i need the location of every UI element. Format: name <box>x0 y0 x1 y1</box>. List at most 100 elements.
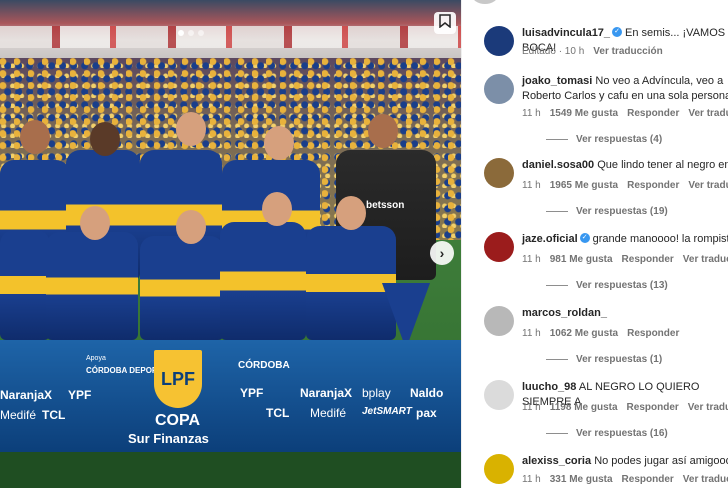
comment-text: grande manoooo! la rompiste <box>592 233 728 245</box>
comment-meta: 11 h 1965 Me gusta Responder Ver traducc… <box>522 180 728 191</box>
see-translation-link[interactable]: Ver traducción <box>683 254 728 265</box>
comment-meta: Editado · 10 h Ver traducción <box>522 46 663 57</box>
comment-time: 11 h <box>522 108 541 119</box>
comment-text: No podes jugar así amigooo <box>594 455 728 467</box>
reply-link[interactable]: Responder <box>627 180 679 191</box>
reply-link[interactable]: Responder <box>627 402 679 413</box>
ad-tcl: TCL <box>42 408 66 422</box>
carousel-dot <box>178 30 184 36</box>
chevron-right-icon: › <box>439 245 445 261</box>
lpf-logo: LPF <box>154 350 202 408</box>
carousel-dots <box>178 30 204 36</box>
player-head <box>264 126 294 160</box>
comment-body: marcos_roldan_ <box>522 306 728 321</box>
avatar[interactable] <box>484 26 514 56</box>
avatar[interactable] <box>484 306 514 336</box>
reply-link[interactable]: Responder <box>622 254 674 265</box>
see-translation-link[interactable]: Ver traducción <box>683 474 728 485</box>
ad-jetsmart: JetSMART <box>362 406 412 417</box>
likes-count[interactable]: 1062 Me gusta <box>550 328 618 339</box>
view-replies-label: Ver respuestas (19) <box>576 206 668 217</box>
avatar[interactable] <box>484 74 514 104</box>
likes-count[interactable]: 1549 Me gusta <box>550 108 618 119</box>
view-replies-button[interactable]: Ver respuestas (13) <box>546 280 668 291</box>
likes-count[interactable]: 1965 Me gusta <box>550 180 618 191</box>
carousel-dot <box>188 30 194 36</box>
comment-time: Editado · 10 h <box>522 46 585 57</box>
avatar[interactable] <box>484 454 514 484</box>
ad-naranjax-right: NaranjaX <box>300 386 353 400</box>
post-photo[interactable]: betsson Apoya CÓRDOBA DEPORTES NaranjaX … <box>0 0 461 488</box>
view-replies-label: Ver respuestas (1) <box>576 354 663 365</box>
ad-copa: COPA <box>155 412 201 429</box>
reply-link[interactable]: Responder <box>622 474 674 485</box>
comment-username[interactable]: luisadvincula17_ <box>522 27 610 39</box>
see-translation-link[interactable]: Ver traducción <box>688 108 728 119</box>
ad-naldo: Naldo <box>410 386 444 400</box>
see-translation-link[interactable]: Ver traducción <box>593 46 662 57</box>
player-head <box>80 206 110 240</box>
reply-link[interactable]: Responder <box>627 328 679 339</box>
divider <box>546 433 568 434</box>
divider <box>546 211 568 212</box>
comment-username[interactable]: daniel.sosa00 <box>522 159 594 171</box>
reply-link[interactable]: Responder <box>627 108 679 119</box>
player-head <box>90 122 120 156</box>
comment-time: 11 h <box>522 180 541 191</box>
ad-cordoba: CÓRDOBA <box>238 360 290 371</box>
comment-body: alexiss_coria No podes jugar así amigooo <box>522 454 728 469</box>
avatar[interactable] <box>484 232 514 262</box>
carousel-dot <box>198 30 204 36</box>
view-replies-button[interactable]: Ver respuestas (19) <box>546 206 668 217</box>
player-head <box>368 114 398 148</box>
divider <box>546 139 568 140</box>
view-replies-label: Ver respuestas (16) <box>576 428 668 439</box>
likes-count[interactable]: 1198 Me gusta <box>550 402 618 413</box>
see-translation-link[interactable]: Ver traducción <box>688 180 728 191</box>
verified-icon: ✓ <box>612 27 623 38</box>
comment-body: joako_tomasi No veo a Advíncula, veo a R… <box>522 74 728 104</box>
verified-icon: ✓ <box>579 233 590 244</box>
save-button[interactable] <box>434 12 456 34</box>
avatar <box>472 0 498 4</box>
comment-username[interactable]: alexiss_coria <box>522 455 591 467</box>
avatar[interactable] <box>484 380 514 410</box>
view-replies-button[interactable]: Ver respuestas (1) <box>546 354 662 365</box>
view-replies-label: Ver respuestas (4) <box>576 134 663 145</box>
divider <box>546 359 568 360</box>
comment-username[interactable]: marcos_roldan_ <box>522 307 607 319</box>
ad-apoya: Apoya <box>86 355 106 362</box>
comment-time: 11 h <box>522 402 541 413</box>
comment-body: daniel.sosa00 Que lindo tener al negro e… <box>522 158 728 173</box>
comment-username[interactable]: luucho_98 <box>522 381 576 393</box>
view-replies-label: Ver respuestas (13) <box>576 280 668 291</box>
comment-time: 11 h <box>522 254 541 265</box>
next-image-button[interactable]: › <box>430 241 454 265</box>
player-head <box>176 210 206 244</box>
player-head <box>336 196 366 230</box>
sponsor-betsson: betsson <box>366 200 405 211</box>
player <box>140 236 224 340</box>
ad-pax: pax <box>416 406 437 420</box>
comment-meta: 11 h 1062 Me gusta Responder <box>522 328 679 339</box>
view-replies-button[interactable]: Ver respuestas (4) <box>546 134 662 145</box>
comment-username[interactable]: jaze.oficial <box>522 233 578 245</box>
bookmark-icon <box>439 13 451 33</box>
comment-username[interactable]: joako_tomasi <box>522 75 592 87</box>
comment-meta: 11 h 1198 Me gusta Responder Ver traducc… <box>522 402 728 413</box>
divider <box>546 285 568 286</box>
ad-medife-right: Medifé <box>310 406 347 420</box>
comment-meta: 11 h 331 Me gusta Responder Ver traducci… <box>522 474 728 485</box>
likes-count[interactable]: 331 Me gusta <box>550 474 613 485</box>
player <box>0 230 50 340</box>
ad-ypf-right: YPF <box>240 386 264 400</box>
view-replies-button[interactable]: Ver respuestas (16) <box>546 428 668 439</box>
likes-count[interactable]: 981 Me gusta <box>550 254 613 265</box>
comments-panel[interactable]: luisadvincula17_ ✓ En semis... ¡VAMOS BOCA… <box>461 0 728 488</box>
comment-meta: 11 h 1549 Me gusta Responder Ver traducc… <box>522 108 728 119</box>
player <box>220 222 306 340</box>
see-translation-link[interactable]: Ver traducción <box>688 402 728 413</box>
player-head <box>262 192 292 226</box>
avatar[interactable] <box>484 158 514 188</box>
ad-medife: Medifé <box>0 408 37 422</box>
